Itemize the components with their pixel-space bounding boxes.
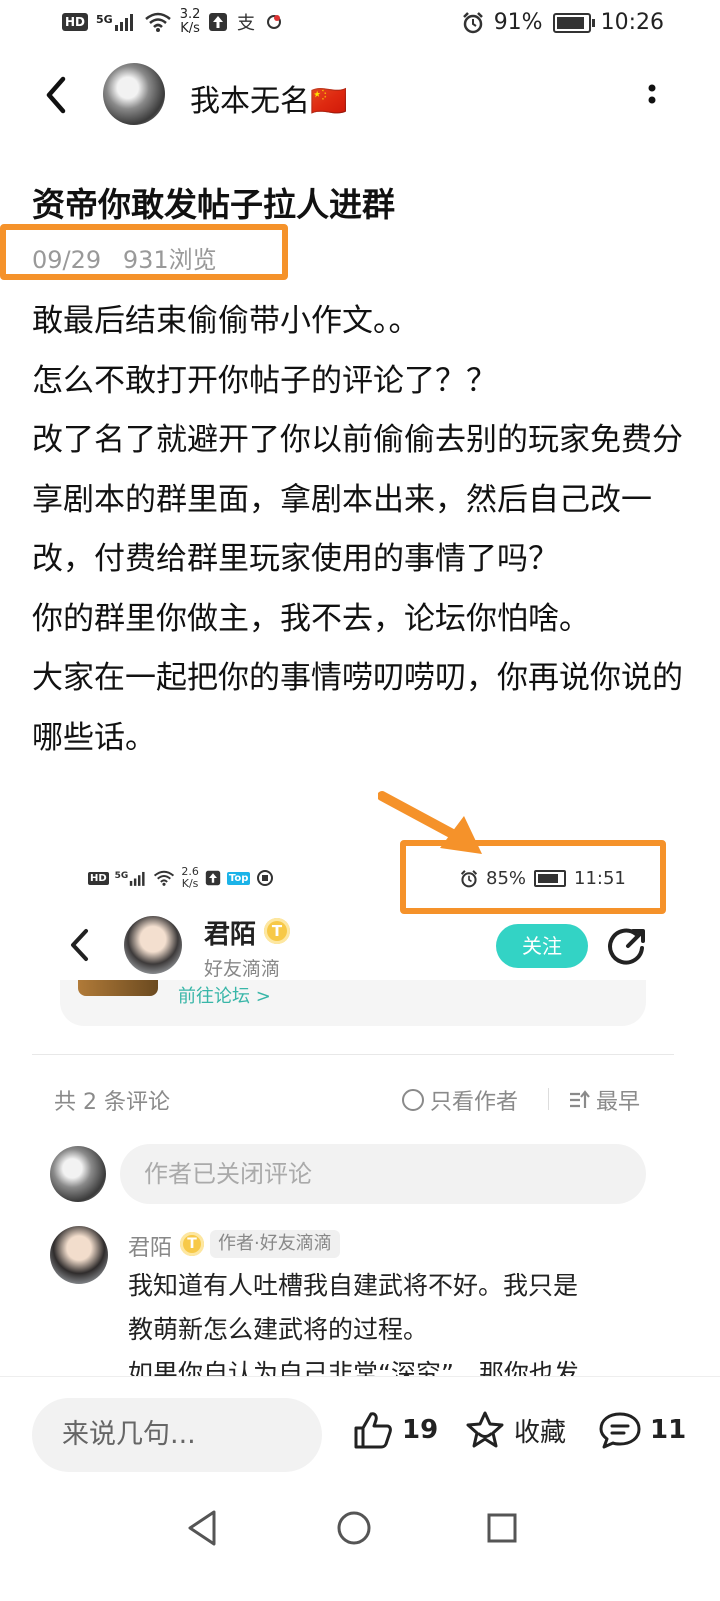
more-options-button[interactable] (640, 78, 664, 118)
comment-line: 教萌新怎么建武将的过程。 (128, 1315, 429, 1344)
nav-recents-button[interactable] (486, 1512, 518, 1544)
clock: 10:26 (600, 10, 664, 35)
divider (32, 1054, 674, 1055)
post-paragraph: 大家在一起把你的事情唠叨唠叨，你再说你说的哪些话。 (32, 660, 683, 756)
app-notification-icon (267, 15, 282, 29)
thumbs-up-icon (354, 1412, 392, 1449)
only-author-toggle[interactable]: 只看作者 (402, 1084, 518, 1116)
post-title: 资帝你敢发帖子拉人进群 (32, 185, 395, 224)
back-button[interactable] (36, 72, 76, 118)
sort-label: 最早 (596, 1090, 641, 1115)
network-speed: 2.6 K/s (181, 865, 199, 890)
top-app-icon: Top (226, 871, 251, 885)
comment-line: 如果你自认为自己非常“深究”，那你也发 (128, 1359, 579, 1376)
nav-back-button[interactable] (184, 1508, 220, 1548)
author-avatar[interactable] (103, 63, 165, 125)
sort-icon (570, 1090, 590, 1108)
battery-icon (552, 12, 595, 33)
forum-thumbnail (78, 980, 158, 996)
comment-line: 我知道有人吐槽我自建武将不好。我只是 (128, 1271, 579, 1300)
like-button[interactable]: 19 (352, 1410, 438, 1450)
forum-card[interactable]: 前往论坛 > (60, 980, 646, 1026)
level-badge-icon: T (264, 918, 290, 944)
post-views: 931浏览 (122, 246, 217, 274)
status-bar: HD 5G 3.2 K/s 支 91% 10:26 (0, 0, 720, 48)
embedded-status-left: HD 5G 2.6 K/s Top (88, 866, 274, 890)
svg-text:支: 支 (237, 13, 255, 32)
more-vertical-icon (648, 84, 656, 104)
post-paragraph: 敢最后结束偷偷带小作文。。 (32, 303, 420, 339)
share-icon (608, 928, 645, 965)
alipay-icon: 支 (237, 13, 255, 32)
comment-input[interactable]: 来说几句... (32, 1398, 322, 1472)
hd-badge-icon: HD (62, 13, 89, 31)
author-name[interactable]: 我本无名🇨🇳 (190, 76, 347, 120)
embedded-user-name[interactable]: 君陌 (204, 914, 256, 951)
chevron-left-icon (46, 76, 66, 114)
comment-bubble-icon (599, 1412, 641, 1449)
embedded-user-subtitle: 好友滴滴 (204, 958, 281, 980)
author-tag: 作者·好友滴滴 (210, 1230, 340, 1258)
battery-percent: 91% (493, 10, 543, 35)
radio-circle-icon (402, 1089, 424, 1111)
status-bar-left: HD 5G 3.2 K/s 支 (62, 8, 282, 36)
forum-link[interactable]: 前往论坛 > (178, 982, 271, 1008)
highlight-box-status (400, 840, 666, 914)
upload-app-icon (205, 870, 221, 886)
post-meta: 09/29 931浏览 (32, 240, 231, 275)
signal-5g-icon: 5G (115, 871, 148, 886)
my-avatar (50, 1146, 106, 1202)
follow-button[interactable]: 关注 (496, 924, 588, 968)
chevron-left-icon (71, 929, 88, 961)
alarm-icon (462, 11, 483, 33)
triangle-back-icon (188, 1510, 216, 1546)
comment-text: 我知道有人吐槽我自建武将不好。我只是 教萌新怎么建武将的过程。 如果你自认为自己… (128, 1264, 668, 1376)
comment-count: 共 2 条评论 (54, 1090, 170, 1115)
square-recents-icon (487, 1513, 517, 1543)
embedded-user-avatar[interactable] (124, 916, 182, 974)
sort-toggle[interactable]: 最早 (568, 1084, 640, 1116)
share-button[interactable] (606, 926, 648, 968)
circle-home-icon (337, 1511, 371, 1545)
level-badge-icon: T (180, 1232, 204, 1256)
nav-home-button[interactable] (336, 1510, 372, 1546)
post-body: 敢最后结束偷偷带小作文。。 怎么不敢打开你帖子的评论了？？ 改了名了就避开了你以… (32, 292, 692, 768)
comments-button[interactable]: 11 (598, 1410, 686, 1450)
hd-badge-icon: HD (88, 871, 109, 885)
commenter-name[interactable]: 君陌 (128, 1230, 172, 1262)
favorite-label: 收藏 (514, 1417, 567, 1448)
comment-clip: 我知道有人吐槽我自建武将不好。我只是 教萌新怎么建武将的过程。 如果你自认为自己… (0, 1262, 720, 1376)
signal-5g-icon: 5G (96, 13, 136, 31)
upload-app-icon (209, 13, 228, 31)
comment-count-total: 11 (650, 1415, 687, 1445)
wifi-icon (144, 12, 171, 32)
like-count: 19 (402, 1415, 439, 1445)
post-paragraph: 你的群里你做主，我不去，论坛你怕啥。 (32, 600, 590, 637)
network-speed: 3.2 K/s (179, 7, 201, 36)
post-paragraph: 改了名了就避开了你以前偷偷去别的玩家免费分享剧本的群里面，拿剧本出来，然后自己改… (32, 422, 683, 577)
embedded-back-button[interactable] (64, 926, 94, 964)
post-paragraph: 怎么不敢打开你帖子的评论了？？ (32, 362, 497, 399)
only-author-label: 只看作者 (430, 1090, 519, 1115)
star-icon (466, 1411, 504, 1448)
post-date: 09/29 (32, 246, 102, 274)
separator (548, 1088, 549, 1110)
comment-input-disabled: 作者已关闭评论 (120, 1144, 646, 1204)
app-notification-icon (257, 870, 274, 886)
favorite-button[interactable]: 收藏 (464, 1410, 566, 1450)
wifi-icon (154, 870, 175, 886)
status-bar-right: 91% 10:26 (462, 10, 664, 35)
